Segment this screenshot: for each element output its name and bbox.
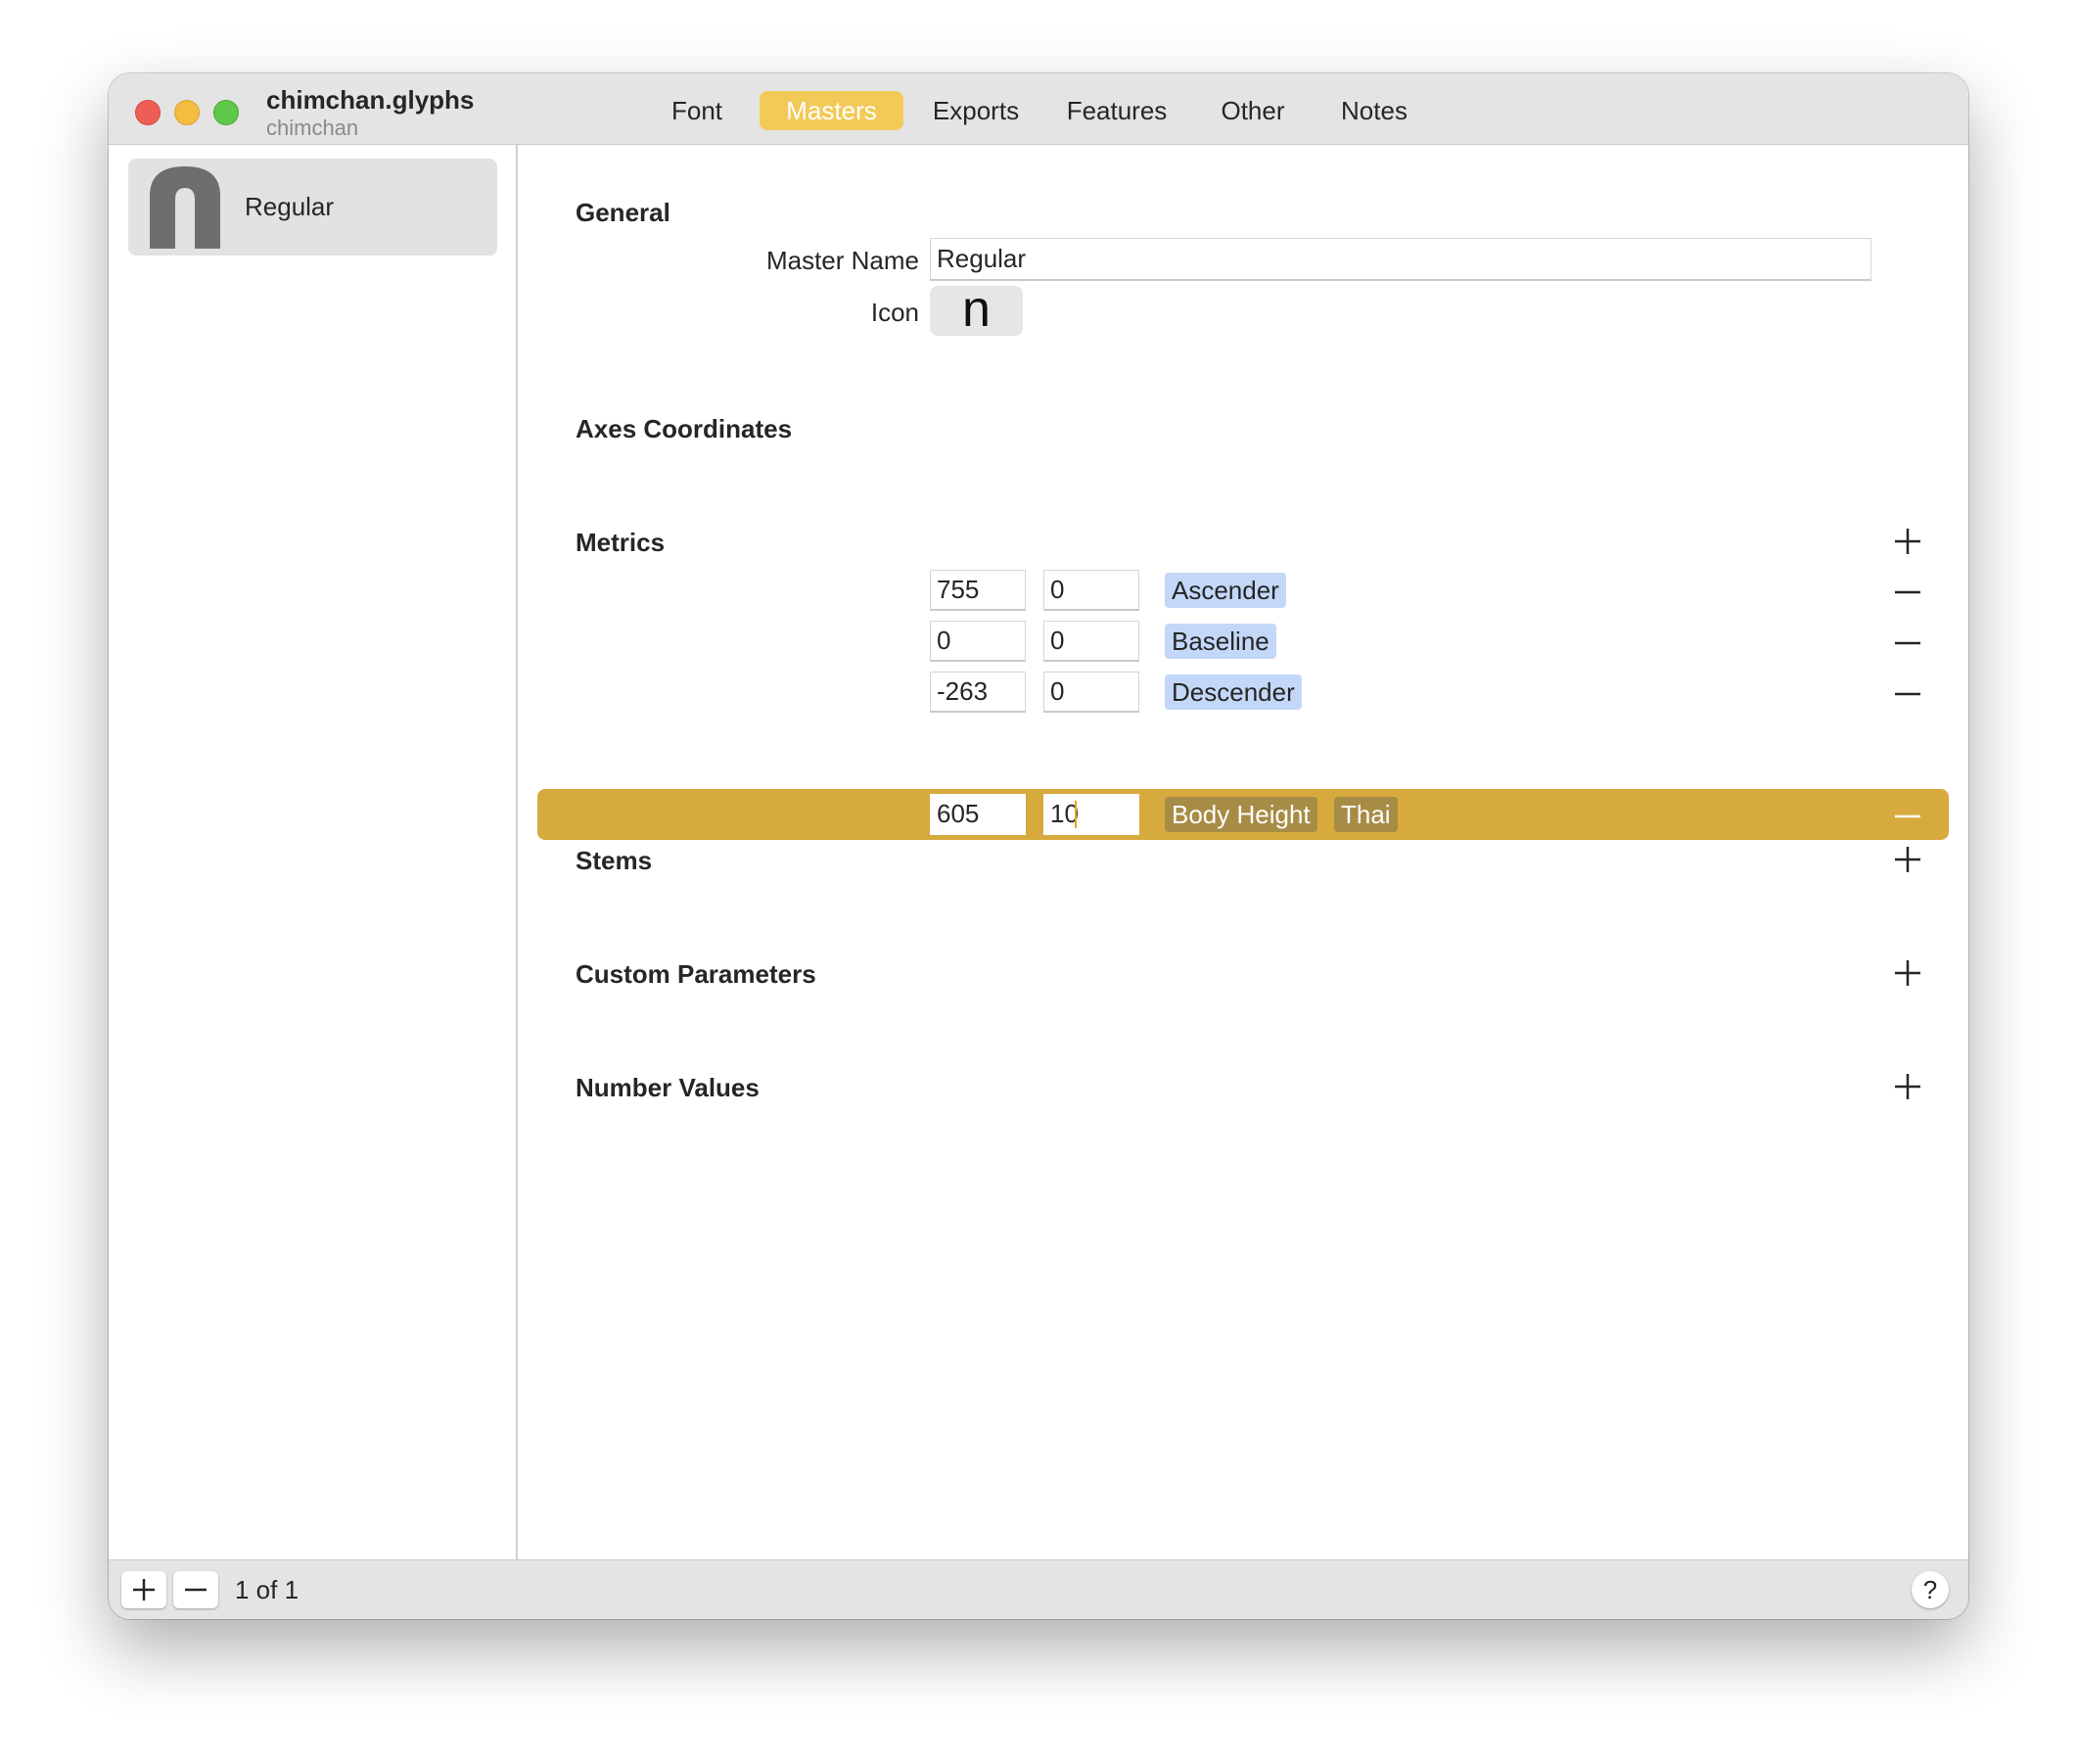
master-name-label: Master Name (765, 246, 919, 275)
add-stem-button[interactable] (1893, 845, 1922, 874)
tab-notes[interactable]: Notes (1320, 91, 1428, 130)
metric-overshoot-field[interactable] (1043, 672, 1139, 713)
remove-metric-button[interactable] (1893, 578, 1922, 607)
metric-position-field[interactable] (930, 672, 1026, 713)
metric-position-field[interactable] (930, 621, 1026, 662)
add-metric-button[interactable] (1893, 527, 1922, 556)
custom-parameters-section-title: Custom Parameters (576, 959, 816, 989)
remove-master-button[interactable] (173, 1571, 218, 1608)
metric-name-token[interactable]: Baseline (1165, 624, 1276, 659)
metric-name-token[interactable]: Ascender (1165, 573, 1286, 608)
metric-overshoot-field[interactable] (1043, 570, 1139, 611)
tab-other[interactable]: Other (1197, 91, 1309, 130)
master-list-item[interactable]: Regular (128, 159, 497, 255)
stems-section-title: Stems (576, 846, 653, 875)
add-custom-parameter-button[interactable] (1893, 958, 1922, 988)
tab-bar: Font Masters Exports Features Other Note… (109, 73, 1968, 144)
metric-position-field[interactable] (930, 794, 1026, 835)
remove-metric-button[interactable] (1893, 628, 1922, 658)
axes-coordinates-section-title: Axes Coordinates (576, 414, 793, 443)
title-bar: chimchan.glyphs chimchan Font Masters Ex… (109, 73, 1968, 145)
help-button[interactable]: ? (1912, 1571, 1949, 1608)
add-number-value-button[interactable] (1893, 1072, 1922, 1101)
metric-position-field[interactable] (930, 570, 1026, 611)
add-master-button[interactable] (121, 1571, 166, 1608)
tab-exports[interactable]: Exports (915, 91, 1037, 130)
remove-metric-button[interactable] (1893, 802, 1922, 831)
metric-overshoot-field[interactable] (1043, 794, 1139, 835)
master-settings-panel: General Master Name Icon n Axes Coordina… (518, 145, 1968, 1559)
metric-filter-token[interactable]: Thai (1334, 797, 1398, 832)
master-icon-picker[interactable]: n (930, 284, 1023, 336)
n-glyph-icon (150, 166, 220, 249)
icon-label: Icon (870, 298, 919, 327)
master-name-field[interactable] (930, 238, 1871, 281)
bottom-bar: 1 of 1 ? (109, 1559, 1968, 1619)
tab-masters[interactable]: Masters (760, 91, 903, 130)
metric-name-token[interactable]: Body Height (1165, 797, 1317, 832)
minus-icon (185, 1588, 207, 1592)
number-values-section-title: Number Values (576, 1073, 760, 1102)
master-list-item-label: Regular (245, 192, 335, 221)
remove-metric-button[interactable] (1893, 679, 1922, 709)
masters-sidebar: Regular (109, 145, 518, 1559)
app-window: chimchan.glyphs chimchan Font Masters Ex… (109, 73, 1968, 1619)
general-section-title: General (576, 198, 670, 227)
tab-font[interactable]: Font (646, 91, 748, 130)
metric-name-token[interactable]: Descender (1165, 674, 1302, 710)
master-count-label: 1 of 1 (235, 1575, 300, 1604)
text-cursor (1075, 801, 1077, 828)
plus-icon (133, 1579, 155, 1601)
metric-overshoot-field[interactable] (1043, 621, 1139, 662)
tab-features[interactable]: Features (1048, 91, 1185, 130)
metrics-section-title: Metrics (576, 528, 666, 557)
